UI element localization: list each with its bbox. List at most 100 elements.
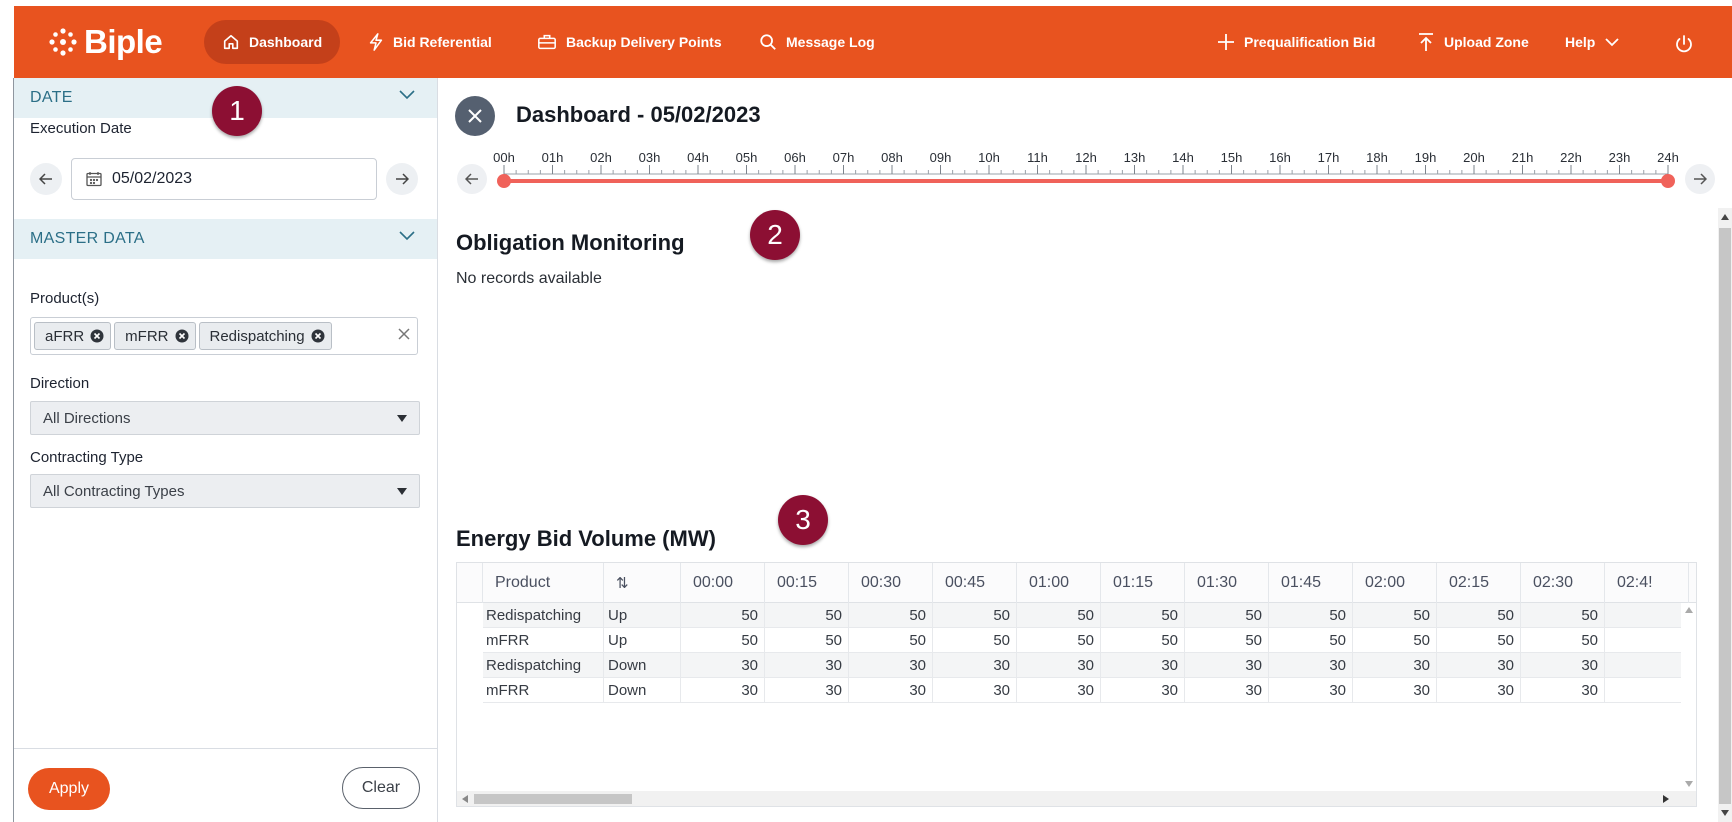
products-multiselect[interactable]: aFRR mFRR Redispatching	[30, 317, 418, 355]
cell-volume: 50	[1269, 628, 1353, 652]
cell-volume: 30	[681, 653, 765, 677]
scroll-up-icon[interactable]	[1685, 607, 1693, 613]
timeline-hour-label: 21h	[1512, 150, 1534, 165]
scroll-right-icon[interactable]	[1663, 795, 1669, 803]
grid-header-time[interactable]: 01:15	[1101, 563, 1185, 603]
cell-product: mFRR	[483, 678, 604, 702]
timeline-hour-label: 08h	[881, 150, 903, 165]
page-vertical-scrollbar[interactable]	[1718, 208, 1732, 822]
grid-vertical-scrollbar[interactable]	[1681, 603, 1696, 793]
nav-message-log[interactable]: Message Log	[759, 20, 875, 64]
grid-header-time[interactable]: 00:30	[849, 563, 933, 603]
nav-backup-delivery-label: Backup Delivery Points	[566, 34, 722, 50]
timeline-hour-label: 16h	[1269, 150, 1291, 165]
upload-icon	[1419, 33, 1433, 51]
cell-volume: 50	[765, 628, 849, 652]
remove-chip-icon[interactable]	[311, 329, 325, 343]
timeline-hour-label: 05h	[736, 150, 758, 165]
clear-button[interactable]: Clear	[342, 767, 420, 809]
direction-select[interactable]: All Directions	[30, 401, 420, 435]
table-row[interactable]: mFRR Up 50 50 50 50 50 50 50 50 50 50 50	[483, 628, 1683, 653]
remove-chip-icon[interactable]	[175, 329, 189, 343]
cell-volume: 50	[1017, 628, 1101, 652]
cell-volume: 50	[1101, 628, 1185, 652]
cell-volume: 50	[849, 628, 933, 652]
timeline-hour-label: 18h	[1366, 150, 1388, 165]
timeline-start-handle[interactable]	[497, 174, 511, 188]
cell-volume: 50	[1521, 603, 1605, 627]
clear-selection-icon[interactable]	[397, 327, 411, 341]
nav-dashboard[interactable]: Dashboard	[204, 20, 341, 64]
contracting-type-select[interactable]: All Contracting Types	[30, 474, 420, 508]
grid-header-time[interactable]: 01:00	[1017, 563, 1101, 603]
nav-prequalification[interactable]: Prequalification Bid	[1217, 20, 1375, 64]
previous-date-button[interactable]	[30, 163, 62, 195]
product-chip: aFRR	[34, 322, 112, 350]
obligation-monitoring-title: Obligation Monitoring	[456, 230, 685, 255]
table-row[interactable]: mFRR Down 30 30 30 30 30 30 30 30 30 30 30	[483, 678, 1683, 703]
grid-header-product[interactable]: Product	[483, 563, 604, 603]
execution-date-label: Execution Date	[30, 120, 132, 137]
timeline-end-handle[interactable]	[1661, 174, 1675, 188]
direction-label: Direction	[30, 375, 90, 392]
power-button[interactable]	[1674, 34, 1694, 59]
scroll-down-icon[interactable]	[1685, 781, 1693, 787]
grid-header-time[interactable]: 01:45	[1269, 563, 1353, 603]
grid-header-time[interactable]: 00:45	[933, 563, 1017, 603]
master-data-section-header[interactable]: MASTER DATA	[14, 219, 437, 259]
nav-backup-delivery[interactable]: Backup Delivery Points	[537, 20, 722, 64]
timeline-hour-label: 17h	[1318, 150, 1340, 165]
cell-product: Redispatching	[483, 603, 604, 627]
grid-header-time[interactable]: 00:00	[681, 563, 765, 603]
timeline-hour-label: 14h	[1172, 150, 1194, 165]
execution-date-value: 05/02/2023	[112, 170, 193, 187]
caret-down-icon	[397, 488, 407, 495]
grid-header-direction-sort[interactable]: ⇅	[604, 563, 681, 603]
page-scroll-thumb[interactable]	[1719, 228, 1731, 804]
chevron-down-icon	[399, 90, 415, 100]
nav-upload-zone[interactable]: Upload Zone	[1417, 20, 1529, 64]
apply-button[interactable]: Apply	[28, 768, 110, 810]
close-dashboard-button[interactable]	[455, 96, 495, 136]
cell-direction: Down	[604, 678, 681, 702]
remove-chip-icon[interactable]	[90, 329, 104, 343]
grid-header-time[interactable]: 02:30	[1521, 563, 1605, 603]
grid-header-time[interactable]: 01:30	[1185, 563, 1269, 603]
horizontal-scroll-thumb[interactable]	[474, 794, 632, 804]
grid-header-time[interactable]: 00:15	[765, 563, 849, 603]
brand-logo[interactable]: Biple	[48, 23, 163, 60]
cell-volume: 50	[1437, 603, 1521, 627]
nav-bid-referential[interactable]: Bid Referential	[368, 20, 492, 64]
cell-volume: 30	[849, 653, 933, 677]
products-label: Product(s)	[30, 290, 100, 307]
next-date-button[interactable]	[386, 163, 418, 195]
grid-header-row: Product ⇅ 00:00 00:15 00:30 00:45 01:00 01:15 01…	[457, 563, 1696, 603]
sidebar-footer-divider	[14, 748, 437, 749]
nav-help-label: Help	[1565, 34, 1596, 50]
nav-message-log-label: Message Log	[786, 34, 875, 50]
execution-date-input[interactable]: 05/02/2023	[71, 158, 377, 200]
grid-header-time[interactable]: 02:4!	[1605, 563, 1689, 603]
table-row[interactable]: Redispatching Down 30 30 30 30 30 30 30 30 30 30 30	[483, 653, 1683, 678]
cell-volume: 50	[1185, 628, 1269, 652]
nav-help[interactable]: Help	[1565, 20, 1619, 64]
timeline-next-button[interactable]	[1685, 164, 1715, 194]
contracting-type-label: Contracting Type	[30, 449, 144, 466]
hour-timeline[interactable]: 00h 01h 02h 03h 04h 05h 06h 07h 08h 09h 10h 11h 12h 1…	[439, 148, 1732, 208]
cell-product: Redispatching	[483, 653, 604, 677]
table-row[interactable]: Redispatching Up 50 50 50 50 50 50 50 50 50 50 50	[483, 603, 1683, 628]
scroll-left-icon[interactable]	[462, 795, 468, 803]
grid-header-time[interactable]: 02:00	[1353, 563, 1437, 603]
cell-direction: Down	[604, 653, 681, 677]
timeline-hour-label: 20h	[1463, 150, 1485, 165]
grid-horizontal-scrollbar[interactable]	[457, 791, 1696, 806]
grid-header-time[interactable]: 02:15	[1437, 563, 1521, 603]
scroll-down-icon[interactable]	[1721, 810, 1729, 816]
product-chip-label: aFRR	[45, 327, 85, 345]
nav-dashboard-label: Dashboard	[249, 34, 323, 50]
cell-volume: 30	[1521, 653, 1605, 677]
scroll-up-icon[interactable]	[1721, 214, 1729, 220]
briefcase-icon	[538, 34, 556, 50]
cell-direction: Up	[604, 628, 681, 652]
close-icon	[468, 109, 482, 123]
